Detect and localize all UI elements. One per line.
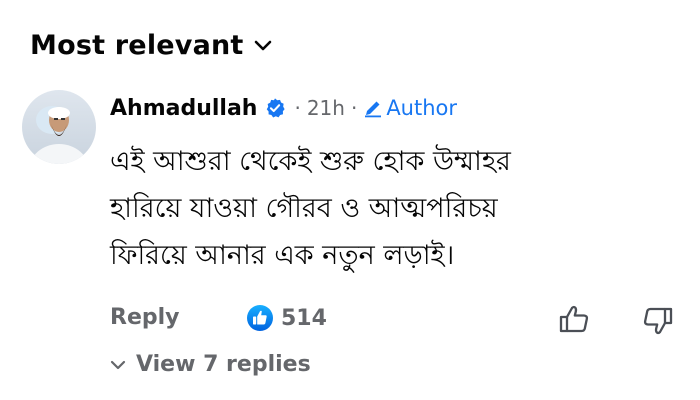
comment-text-line: ফিরিয়ে আনার এক নতুন লড়াই। bbox=[110, 240, 455, 271]
sort-label: Most relevant bbox=[30, 30, 244, 61]
view-replies-button[interactable]: View 7 replies bbox=[110, 352, 311, 377]
comment-text-line: হারিয়ে যাওয়া গৌরব ও আত্মপরিচয় bbox=[110, 193, 498, 224]
comment-section: Most relevant Ahmadullah · 21h · Author … bbox=[0, 0, 700, 400]
reaction-summary[interactable]: 514 bbox=[247, 305, 327, 331]
reply-button[interactable]: Reply bbox=[110, 305, 180, 330]
comment-text-line: এই আশুরা থেকেই শুরু হোক উম্মাহর bbox=[110, 146, 511, 177]
chevron-down-icon bbox=[254, 40, 271, 50]
author-badge-label: Author bbox=[386, 96, 458, 120]
comment-header: Ahmadullah · 21h · Author bbox=[110, 92, 457, 124]
comment-text: এই আশুরা থেকেই শুরু হোক উম্মাহর হারিয়ে … bbox=[110, 138, 680, 279]
separator-dot: · bbox=[350, 96, 358, 120]
thumbs-up-icon[interactable] bbox=[558, 304, 592, 334]
comment-timestamp[interactable]: 21h bbox=[307, 96, 345, 120]
separator-dot: · bbox=[294, 96, 301, 120]
author-name[interactable]: Ahmadullah bbox=[110, 96, 257, 121]
comment-actions: Reply 514 bbox=[110, 300, 680, 340]
like-reaction-icon bbox=[247, 305, 273, 331]
chevron-down-icon bbox=[110, 360, 126, 369]
reaction-count: 514 bbox=[281, 305, 327, 331]
sort-dropdown[interactable]: Most relevant bbox=[30, 30, 272, 61]
view-replies-label: View 7 replies bbox=[136, 352, 311, 377]
avatar[interactable] bbox=[22, 90, 96, 164]
author-badge: Author bbox=[363, 96, 457, 120]
profile-photo-icon bbox=[22, 90, 96, 164]
thumbs-down-icon[interactable] bbox=[640, 306, 674, 336]
verified-badge-icon bbox=[267, 98, 286, 118]
pencil-icon bbox=[365, 101, 382, 118]
